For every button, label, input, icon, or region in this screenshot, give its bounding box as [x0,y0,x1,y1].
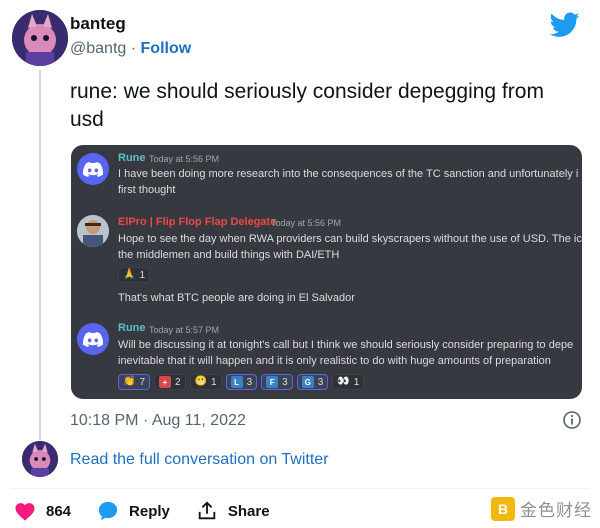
heart-icon [15,503,35,521]
author-handle[interactable]: @bantg [70,40,126,57]
reaction-count: 1 [139,269,146,281]
discord-logo-icon [77,323,109,355]
author-info: banteg @bantg · Follow [70,14,191,58]
discord-timestamp: Today at 5:56 PM [149,154,220,164]
reply-icon [98,501,118,521]
reaction-count: 1 [211,376,217,388]
tweet-actions: 864 Reply Share [14,498,296,524]
reaction-letter-f[interactable]: F 3 [261,374,293,390]
reaction-count: 3 [282,376,288,388]
reply-label: Reply [129,502,170,520]
discord-message-line: inevitable that it will happen and it is… [118,355,551,367]
tweet-date: Aug 11, 2022 [151,412,246,429]
discord-message-line: That's what BTC people are doing in El S… [118,292,355,304]
watermark-text: 金色财经 [520,501,592,520]
discord-logo-icon [77,153,109,185]
reaction-eyes[interactable]: 👀 1 [332,374,365,390]
reaction-letter-l[interactable]: L 3 [225,374,258,390]
discord-timestamp: Today at 5:57 PM [149,325,220,335]
read-full-conversation-link[interactable]: Read the full conversation on Twitter [70,451,329,469]
twitter-bird-icon[interactable] [549,12,580,38]
tweet-timestamp[interactable]: 10:18 PM · Aug 11, 2022 [70,412,246,430]
watermark-logo-icon: B [491,496,515,521]
discord-user-avatar [77,215,109,247]
author-avatar-small [22,441,58,477]
reaction-grimace[interactable]: 😬 1 [189,374,222,390]
reaction-count: 3 [246,376,253,388]
discord-message-line: Will be discussing it at tonight's call … [118,339,574,351]
eyes-icon: 👀 [337,376,350,387]
reaction-count: 7 [139,376,146,388]
clap-icon: 👏 [123,376,136,387]
discord-author-name: ElPro | Flip Flop Flap Delegate [118,216,277,228]
tweet-header: banteg @bantg · Follow [12,10,588,70]
discord-message-line: first thought [118,184,176,196]
watermark: B 金色财经 [491,496,592,521]
letter-l-icon: L [230,376,243,388]
author-name[interactable]: banteg [70,14,191,34]
tweet-text: rune: we should seriously consider depeg… [70,80,544,131]
reply-button[interactable]: Reply [97,500,170,522]
author-handle-line: @bantg · Follow [70,40,191,58]
divider [12,488,588,489]
reaction-count: 1 [353,376,360,388]
like-count: 864 [46,502,72,520]
discord-reactions: 🙏 1 [118,267,151,283]
discord-message-line: I have been doing more research into the… [118,168,579,180]
discord-timestamp: Today at 5:56 PM [271,218,342,228]
letter-g-icon: G [301,376,314,388]
reaction-letter-g[interactable]: G 3 [296,374,329,390]
reaction-plus[interactable]: + 2 [154,374,186,390]
reaction-pray[interactable]: 🙏 1 [118,267,151,283]
reaction-count: 3 [317,376,324,388]
pray-icon: 🙏 [123,269,136,280]
info-icon[interactable] [562,410,582,430]
tweet-time: 10:18 PM [70,412,139,429]
share-button[interactable]: Share [196,500,270,522]
letter-f-icon: F [266,376,279,388]
separator: · [142,412,149,429]
share-icon [198,501,216,520]
author-avatar[interactable] [12,10,68,66]
reaction-count: 2 [175,376,181,388]
share-label: Share [227,502,270,520]
plus-icon: + [159,376,172,388]
discord-author-name: Rune [118,152,146,164]
separator: · [130,40,137,57]
discord-author-name: Rune [118,322,146,334]
discord-message-line: the middlemen and build things with DAI/… [118,249,340,261]
discord-reactions: 👏 7 + 2 😬 1 L 3 F 3 G 3 👀 1 [118,374,365,390]
grimace-icon: 😬 [194,376,208,387]
follow-button[interactable]: Follow [141,40,192,57]
discord-message-line: Hope to see the day when RWA providers c… [118,233,582,245]
thread-line [39,70,41,440]
like-button[interactable]: 864 [14,501,71,521]
reaction-clap[interactable]: 👏 7 [118,374,151,390]
discord-screenshot: Rune Today at 5:56 PM I have been doing … [71,145,582,399]
